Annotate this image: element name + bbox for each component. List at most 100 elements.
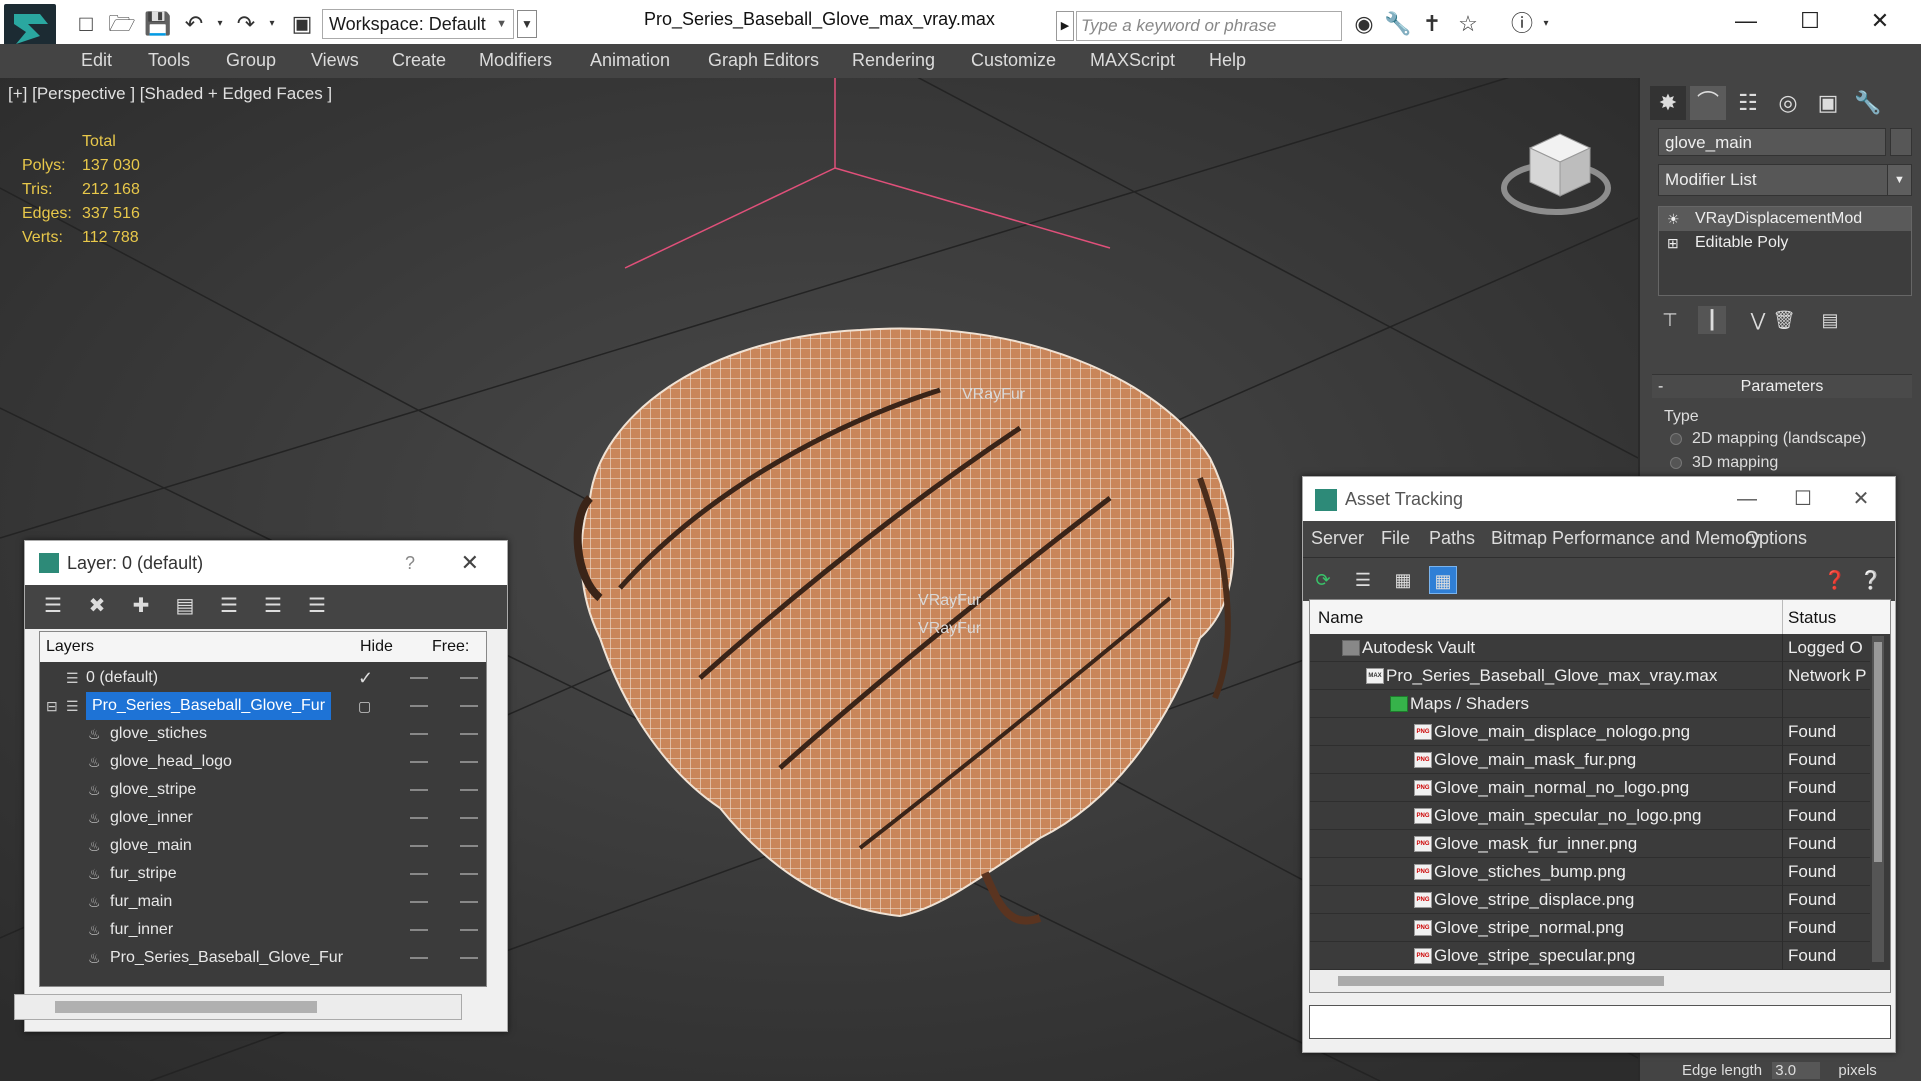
- layer-row[interactable]: ♨ Pro_Series_Baseball_Glove_Fur: [40, 944, 486, 972]
- menu-group[interactable]: Group: [226, 50, 276, 71]
- motion-tab-icon[interactable]: ◎: [1770, 86, 1806, 120]
- layer-row[interactable]: ♨ fur_stripe: [40, 860, 486, 888]
- layer-row[interactable]: ☰ 0 (default) ✓: [40, 664, 486, 692]
- menu-maxscript[interactable]: MAXScript: [1090, 50, 1175, 71]
- redo-icon[interactable]: ↷: [232, 10, 260, 38]
- modifier-list-dropdown[interactable]: Modifier List ▼: [1658, 164, 1912, 196]
- star-icon[interactable]: ☆: [1454, 10, 1482, 38]
- layer-row[interactable]: ♨ glove_head_logo: [40, 748, 486, 776]
- save-icon[interactable]: 💾: [144, 10, 172, 38]
- undo-icon[interactable]: ↶: [180, 10, 208, 38]
- asset-row[interactable]: PNG Glove_stripe_specular.png Found: [1310, 942, 1870, 970]
- menu-graph-editors[interactable]: Graph Editors: [708, 50, 819, 71]
- layer-row[interactable]: ⊟ ☰ Pro_Series_Baseball_Glove_Fur ▢: [40, 692, 486, 720]
- minimize-button[interactable]: —: [1717, 477, 1777, 521]
- menu-file[interactable]: File: [1381, 528, 1410, 549]
- display-tab-icon[interactable]: ▣: [1810, 86, 1846, 120]
- tree-view-icon[interactable]: ▦: [1389, 566, 1417, 594]
- help-context-icon[interactable]: ❔: [1857, 566, 1885, 594]
- menu-bitmap-performance[interactable]: Bitmap Performance and Memory: [1491, 528, 1760, 549]
- menu-animation[interactable]: Animation: [590, 50, 670, 71]
- workspace-menu-button[interactable]: ▼: [517, 10, 537, 38]
- menu-customize[interactable]: Customize: [971, 50, 1056, 71]
- close-icon[interactable]: ✕: [1831, 477, 1891, 521]
- asset-row[interactable]: PNG Glove_main_mask_fur.png Found: [1310, 746, 1870, 774]
- current-layer-box-icon[interactable]: ▢: [358, 692, 371, 720]
- asset-path-field[interactable]: [1309, 1005, 1891, 1039]
- viewport-label-menu[interactable]: [+] [Perspective ] [Shaded + Edged Faces…: [8, 84, 332, 104]
- radio-2d-mapping[interactable]: 2D mapping (landscape): [1670, 430, 1866, 448]
- utilities-tab-icon[interactable]: 🔧: [1850, 86, 1886, 120]
- menu-rendering[interactable]: Rendering: [852, 50, 935, 71]
- menu-modifiers[interactable]: Modifiers: [479, 50, 552, 71]
- table-view-icon[interactable]: ▦: [1429, 566, 1457, 594]
- asset-row[interactable]: PNG Glove_stripe_displace.png Found: [1310, 886, 1870, 914]
- hierarchy-tab-icon[interactable]: ☷: [1730, 86, 1766, 120]
- layer-row[interactable]: ♨ glove_inner: [40, 804, 486, 832]
- asset-dialog-titlebar[interactable]: Asset Tracking — ☐ ✕: [1303, 477, 1895, 521]
- object-color-swatch[interactable]: [1890, 128, 1912, 156]
- layer-row[interactable]: ♨ fur_main: [40, 888, 486, 916]
- project-folder-icon[interactable]: ▣: [288, 10, 316, 38]
- layer-settings-icon[interactable]: ☰: [303, 593, 331, 618]
- menu-paths[interactable]: Paths: [1429, 528, 1475, 549]
- column-status[interactable]: Status: [1788, 608, 1836, 628]
- asset-row[interactable]: PNG Glove_main_normal_no_logo.png Found: [1310, 774, 1870, 802]
- select-objects-icon[interactable]: ▤: [171, 593, 199, 618]
- asset-row[interactable]: Maps / Shaders: [1310, 690, 1870, 718]
- refresh-icon[interactable]: ⟳: [1309, 566, 1337, 594]
- binoculars-icon[interactable]: ◉: [1350, 10, 1378, 38]
- collapse-icon[interactable]: ⊟: [46, 692, 58, 720]
- menu-server[interactable]: Server: [1311, 528, 1364, 549]
- menu-help[interactable]: Help: [1209, 50, 1246, 71]
- asset-row[interactable]: PNG Glove_main_displace_nologo.png Found: [1310, 718, 1870, 746]
- layer-row[interactable]: ♨ glove_stiches: [40, 720, 486, 748]
- modify-tab-icon[interactable]: ⌒: [1690, 86, 1726, 120]
- search-input[interactable]: Type a keyword or phrase: [1076, 11, 1342, 41]
- plus-box-icon[interactable]: ⊞: [1667, 231, 1679, 255]
- layer-dialog-titlebar[interactable]: Layer: 0 (default) ? ✕: [25, 541, 507, 585]
- checkmark-icon[interactable]: ✓: [358, 664, 373, 692]
- maximize-button[interactable]: ☐: [1773, 477, 1833, 521]
- asset-row[interactable]: PNG Glove_main_specular_no_logo.png Foun…: [1310, 802, 1870, 830]
- menu-views[interactable]: Views: [311, 50, 359, 71]
- workspace-select[interactable]: Workspace: Default ▼: [322, 9, 514, 39]
- layer-row[interactable]: ♨ glove_main: [40, 832, 486, 860]
- layer-row[interactable]: ♨ fur_inner: [40, 916, 486, 944]
- delete-layer-icon[interactable]: ✖: [83, 593, 111, 618]
- object-name-field[interactable]: glove_main: [1658, 128, 1886, 156]
- list-view-icon[interactable]: ☰: [1349, 566, 1377, 594]
- set-current-layer-icon[interactable]: ☰: [259, 593, 287, 618]
- create-tab-icon[interactable]: ✸: [1650, 86, 1686, 120]
- edge-length-input[interactable]: 3.0: [1772, 1062, 1821, 1079]
- asset-row[interactable]: PNG Glove_stiches_bump.png Found: [1310, 858, 1870, 886]
- configure-sets-icon[interactable]: ▤: [1816, 306, 1844, 334]
- help-icon[interactable]: ❓: [1821, 566, 1849, 594]
- undo-dropdown-icon[interactable]: ▾: [206, 10, 234, 38]
- lightbulb-icon[interactable]: ☀: [1667, 207, 1680, 231]
- asset-row[interactable]: Autodesk Vault Logged O: [1310, 634, 1870, 662]
- stack-item-vraydisplacementmod[interactable]: ☀ VRayDisplacementMod: [1659, 207, 1911, 231]
- column-layers[interactable]: Layers: [46, 638, 94, 656]
- asset-vertical-scrollbar[interactable]: [1872, 636, 1884, 962]
- help-dropdown-icon[interactable]: ▾: [1532, 10, 1560, 38]
- layer-row[interactable]: ♨ glove_stripe: [40, 776, 486, 804]
- new-file-icon[interactable]: □: [72, 10, 100, 38]
- remove-modifier-icon[interactable]: 🗑: [1770, 306, 1798, 334]
- asset-horizontal-scrollbar[interactable]: [1310, 970, 1890, 992]
- wrench-key-icon[interactable]: 🔧: [1384, 10, 1412, 38]
- asset-row[interactable]: PNG Glove_stripe_normal.png Found: [1310, 914, 1870, 942]
- add-to-layer-icon[interactable]: ✚: [127, 593, 155, 618]
- menu-tools[interactable]: Tools: [148, 50, 190, 71]
- minimize-button[interactable]: —: [1716, 4, 1776, 38]
- help-button[interactable]: ?: [405, 541, 415, 585]
- column-freeze[interactable]: Free:: [432, 638, 469, 656]
- column-hide[interactable]: Hide: [360, 638, 393, 656]
- column-name[interactable]: Name: [1318, 608, 1363, 628]
- asset-row[interactable]: PNG Glove_mask_fur_inner.png Found: [1310, 830, 1870, 858]
- pin-stack-icon[interactable]: ⊤: [1656, 306, 1684, 334]
- layer-horizontal-scrollbar[interactable]: [14, 994, 462, 1020]
- stack-item-editable-poly[interactable]: ⊞ Editable Poly: [1659, 231, 1911, 255]
- close-button[interactable]: ✕: [1850, 4, 1910, 38]
- show-end-result-icon[interactable]: ┃: [1698, 306, 1726, 334]
